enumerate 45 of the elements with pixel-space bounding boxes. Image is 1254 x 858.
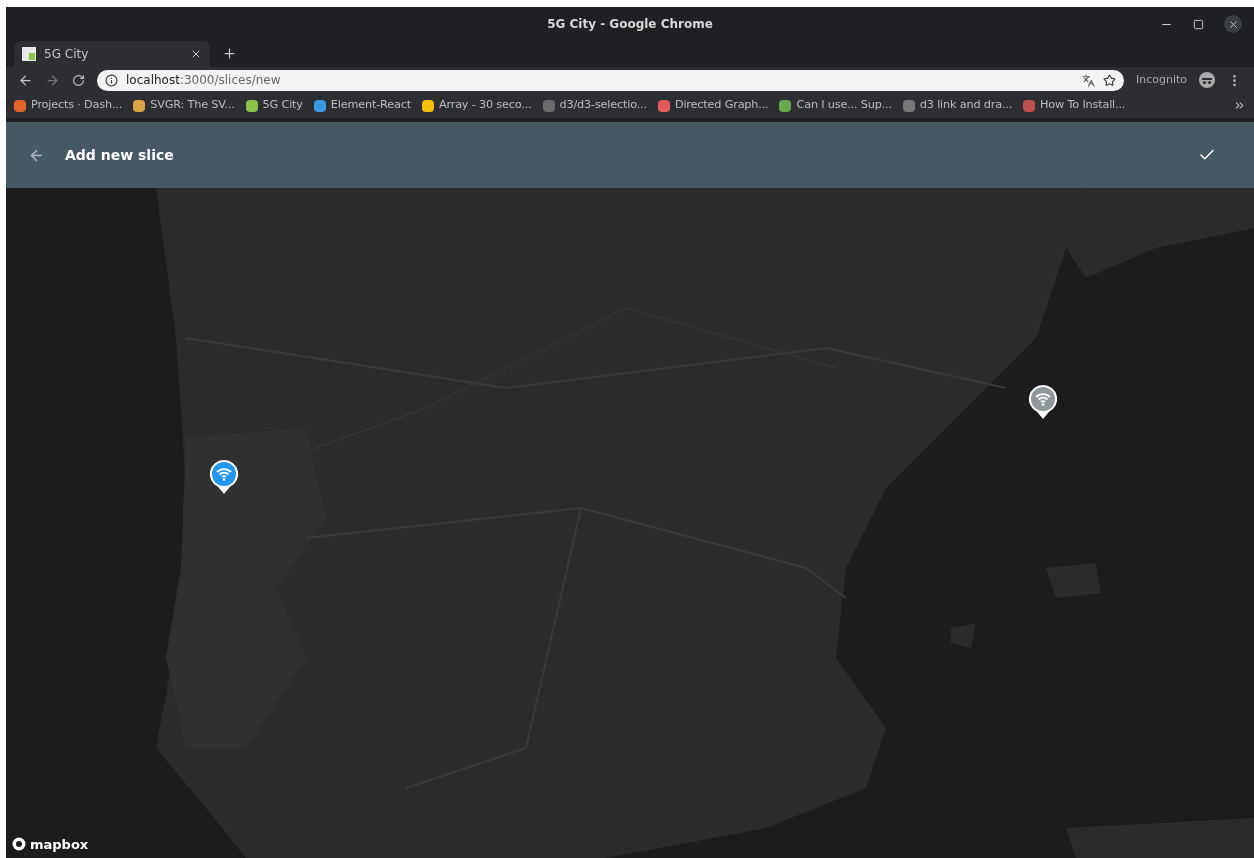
bookmark-icon xyxy=(421,99,434,112)
bookmark-icon xyxy=(245,99,258,112)
bookmark-icon xyxy=(14,99,26,112)
star-icon[interactable] xyxy=(1102,73,1116,87)
bookmark-item[interactable]: How To Install... xyxy=(1023,97,1126,114)
bookmark-item[interactable]: SVGR: The SV... xyxy=(133,97,235,114)
translate-icon[interactable] xyxy=(1081,73,1095,87)
close-button[interactable] xyxy=(1224,15,1242,33)
map-pin[interactable] xyxy=(1028,384,1059,421)
more-bookmarks-icon[interactable] xyxy=(1233,99,1246,112)
bookmark-icon xyxy=(779,99,792,112)
new-tab-icon[interactable] xyxy=(222,46,237,61)
map-pin[interactable] xyxy=(209,459,240,496)
bookmark-icon xyxy=(902,99,915,112)
bookmark-item[interactable]: Directed Graph... xyxy=(657,97,769,114)
maximize-icon[interactable] xyxy=(1193,18,1204,30)
bookmark-icon xyxy=(657,99,670,112)
bookmark-item[interactable]: 5G City xyxy=(245,97,303,114)
bookmark-item[interactable]: d3/d3-selectio... xyxy=(542,97,647,114)
forward-icon[interactable] xyxy=(45,72,60,88)
reload-icon[interactable] xyxy=(72,73,85,87)
bookmark-item[interactable]: d3 link and dra... xyxy=(902,97,1013,114)
profile-label: Incognito xyxy=(1135,71,1187,88)
bookmark-item[interactable]: Projects · Dash... xyxy=(14,97,123,114)
bookmark-item[interactable]: Can I use... Sup... xyxy=(779,97,892,114)
incognito-icon[interactable] xyxy=(1199,72,1215,88)
bookmark-item[interactable]: Array - 30 seco... xyxy=(421,97,532,114)
close-icon[interactable] xyxy=(190,48,202,60)
window-title: 5G City - Google Chrome xyxy=(547,15,713,33)
url-text: localhost:3000/slices/new xyxy=(126,72,282,89)
map-view[interactable]: mapbox xyxy=(6,188,1254,858)
bookmark-icon xyxy=(313,99,326,112)
close-icon xyxy=(1227,18,1239,30)
favicon-icon xyxy=(22,47,36,61)
bookmark-icon xyxy=(133,99,146,112)
page-title: Add new slice xyxy=(65,145,175,165)
browser-tab[interactable]: 5G City xyxy=(14,41,210,67)
back-icon[interactable] xyxy=(18,72,33,88)
address-field[interactable]: localhost:3000/slices/new xyxy=(97,69,1124,91)
mapbox-logo[interactable]: mapbox xyxy=(12,834,89,854)
bookmark-icon xyxy=(1023,99,1036,112)
tab-title: 5G City xyxy=(44,46,90,63)
info-icon xyxy=(105,73,118,87)
bookmark-icon xyxy=(542,99,555,112)
bookmark-item[interactable]: Element-React xyxy=(313,97,411,114)
